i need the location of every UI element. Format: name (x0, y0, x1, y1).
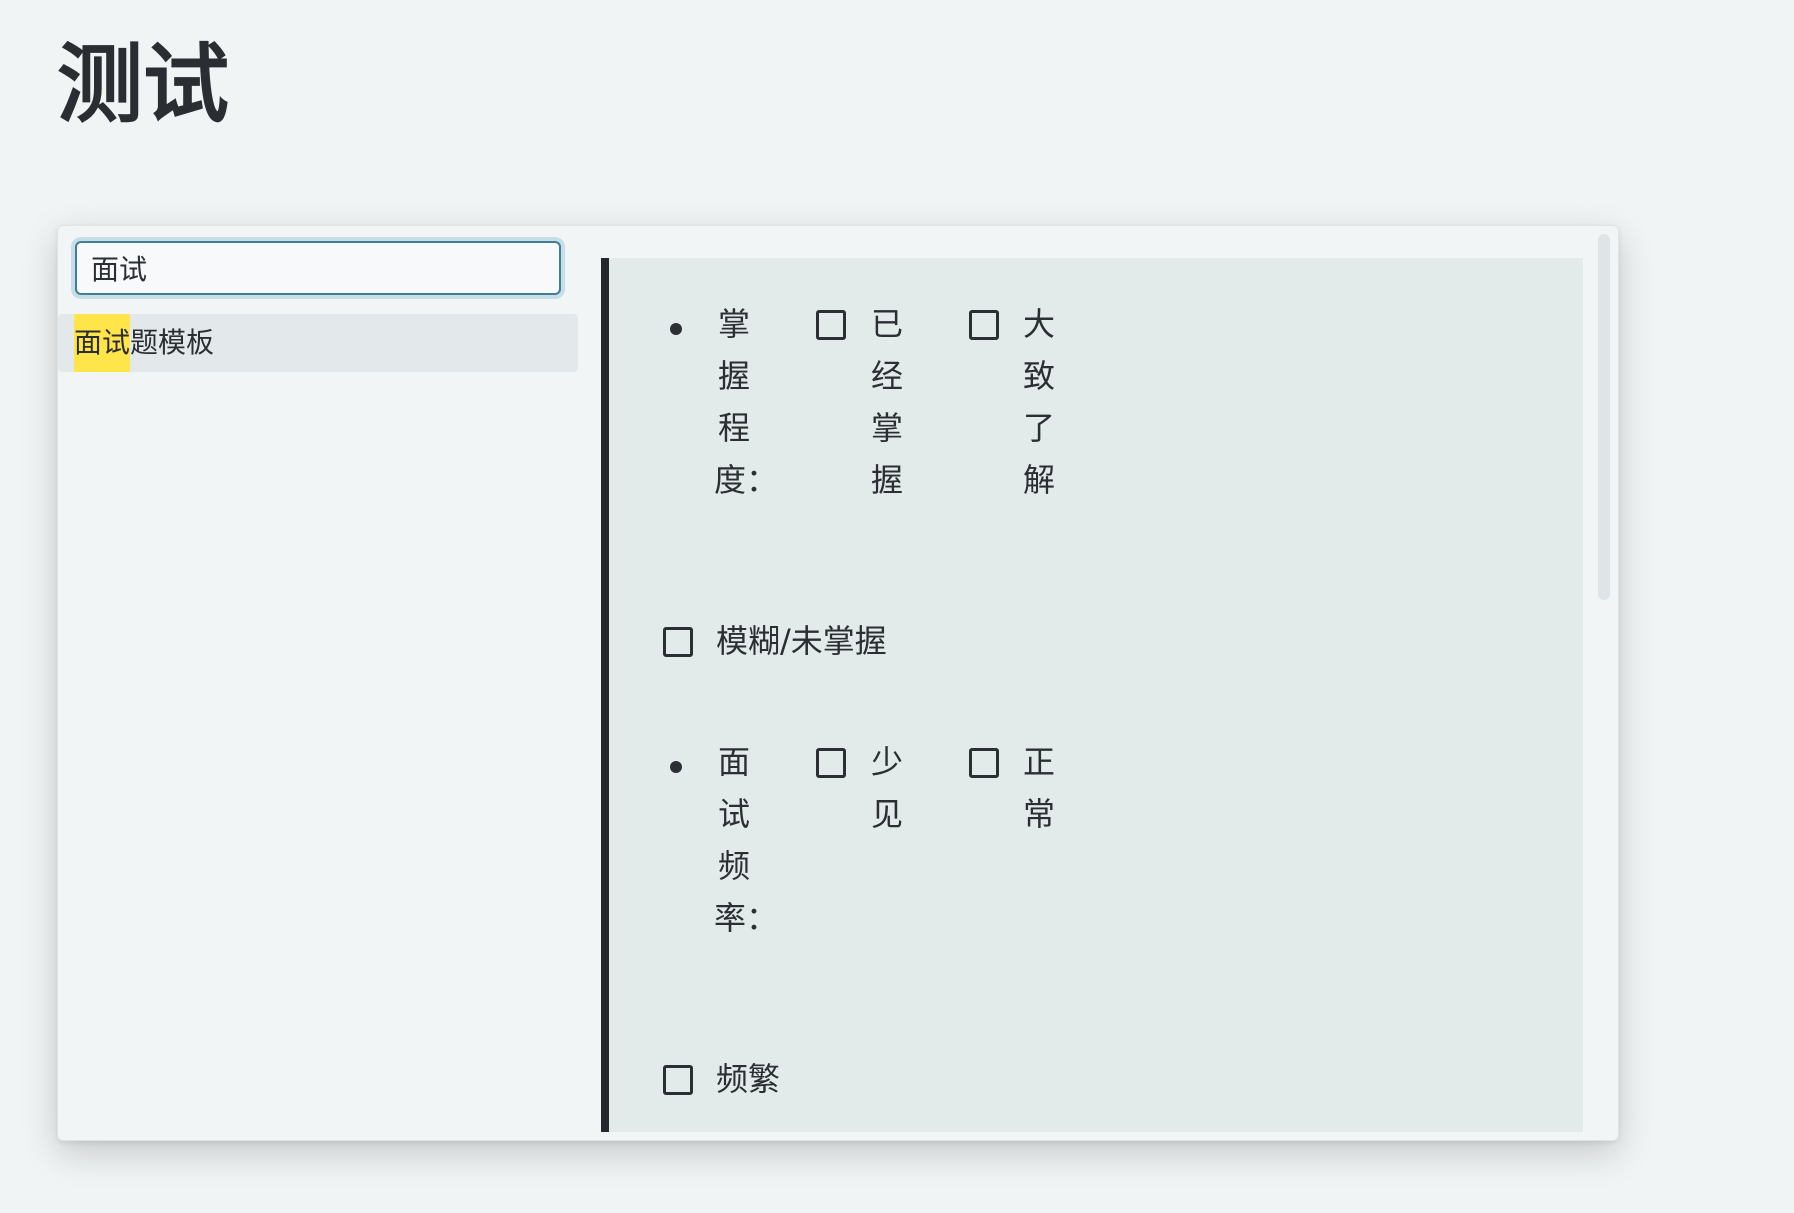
mastery-label: 掌握程度： (714, 305, 779, 499)
bullet-icon (670, 323, 682, 335)
checkbox-mastered[interactable] (816, 310, 846, 340)
result-match-highlight: 面试 (74, 314, 131, 372)
option-vague-label: 模糊/未掌握 (716, 622, 887, 660)
option-mastered-label: 已经掌握 (870, 305, 903, 499)
checkbox-vague[interactable] (663, 627, 693, 657)
frequency-label: 面试频率： (714, 743, 779, 937)
page-title: 测试 (57, 35, 229, 135)
result-item-label: 题模板 (130, 326, 215, 359)
search-modal: 面试题模板 掌握程度： 已经掌握 大致了解 模糊/未掌握 面试频率： 少见 正常 (57, 225, 1619, 1141)
result-item[interactable]: 面试 题模板 (58, 314, 578, 372)
search-input[interactable] (75, 241, 561, 295)
option-roughly-label: 大致了解 (1022, 305, 1055, 499)
checkbox-frequent[interactable] (663, 1065, 693, 1095)
bullet-icon (670, 761, 682, 773)
option-rare-label: 少见 (870, 743, 903, 833)
option-normal-label: 正常 (1022, 743, 1055, 833)
checkbox-roughly[interactable] (969, 310, 999, 340)
checkbox-normal[interactable] (969, 748, 999, 778)
checkbox-rare[interactable] (816, 748, 846, 778)
scrollbar[interactable] (1598, 234, 1610, 600)
preview-pane: 掌握程度： 已经掌握 大致了解 模糊/未掌握 面试频率： 少见 正常 频繁 (601, 258, 1583, 1132)
result-list: 面试 题模板 (58, 314, 578, 372)
option-frequent-label: 频繁 (716, 1060, 781, 1098)
